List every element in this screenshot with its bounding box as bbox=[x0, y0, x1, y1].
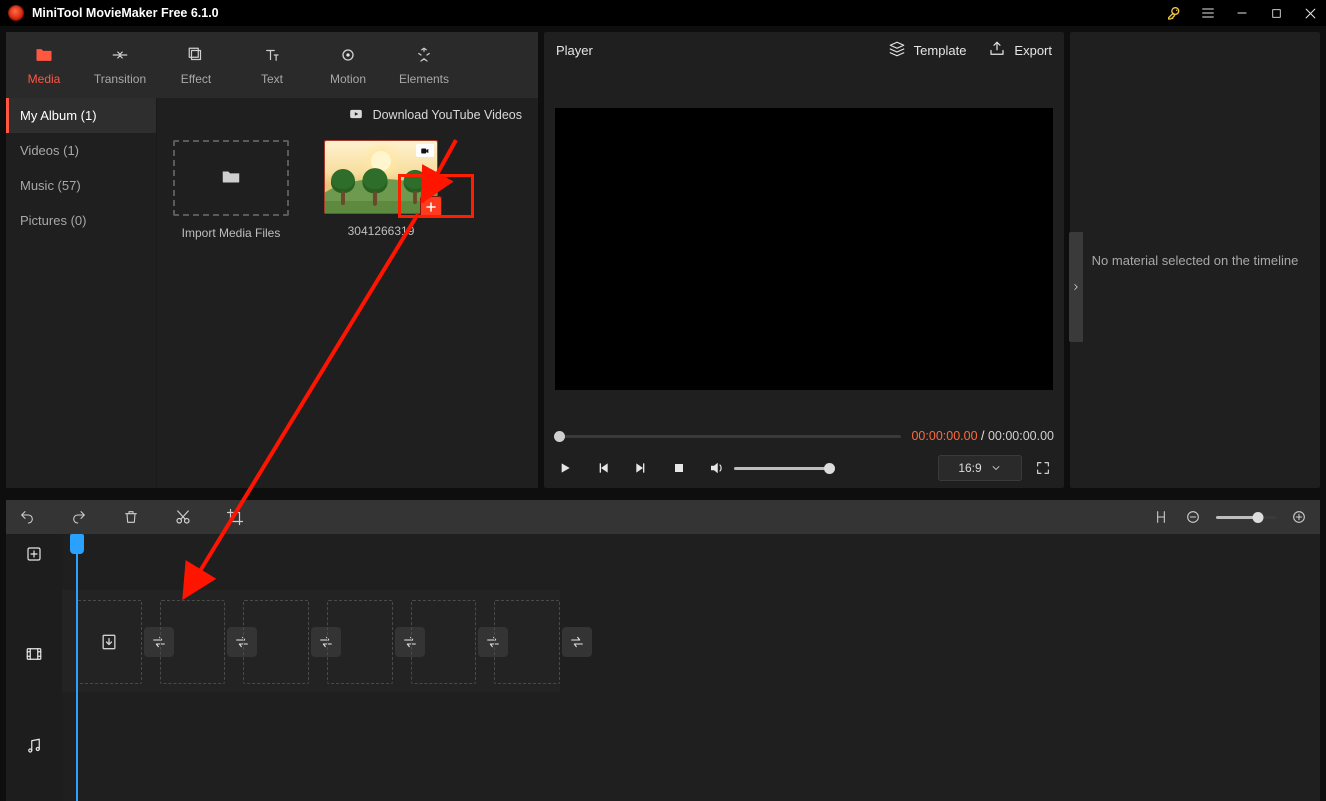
primary-toolbar: Media Transition Effect Text Motion bbox=[6, 32, 538, 98]
album-sidebar: My Album (1) Videos (1) Music (57) Pictu… bbox=[6, 98, 157, 488]
zoom-out-icon[interactable] bbox=[1184, 508, 1202, 526]
fullscreen-icon[interactable] bbox=[1034, 459, 1052, 477]
delete-icon[interactable] bbox=[122, 508, 140, 526]
play-icon[interactable] bbox=[556, 459, 574, 477]
video-preview bbox=[555, 108, 1053, 390]
tab-label: Motion bbox=[330, 72, 366, 86]
hamburger-menu-icon[interactable] bbox=[1200, 5, 1216, 21]
zoom-in-icon[interactable] bbox=[1290, 508, 1308, 526]
export-button[interactable]: Export bbox=[988, 40, 1052, 61]
properties-panel: No material selected on the timeline bbox=[1070, 32, 1320, 488]
next-frame-icon[interactable] bbox=[632, 459, 650, 477]
media-panel: Media Transition Effect Text Motion bbox=[6, 32, 538, 488]
aspect-ratio-value: 16:9 bbox=[958, 461, 981, 475]
redo-icon[interactable] bbox=[70, 508, 88, 526]
close-icon[interactable] bbox=[1302, 5, 1318, 21]
album-item-music[interactable]: Music (57) bbox=[6, 168, 156, 203]
download-youtube-link[interactable]: Download YouTube Videos bbox=[373, 108, 522, 122]
player-timecode: 00:00:00.00 / 00:00:00.00 bbox=[911, 429, 1054, 443]
stop-icon[interactable] bbox=[670, 459, 688, 477]
template-label: Template bbox=[914, 43, 967, 58]
fit-timeline-icon[interactable] bbox=[1152, 508, 1170, 526]
timeline-ruler[interactable] bbox=[62, 534, 1320, 590]
app-logo-icon bbox=[8, 5, 24, 21]
export-label: Export bbox=[1014, 43, 1052, 58]
effect-icon bbox=[186, 44, 206, 66]
motion-icon bbox=[338, 44, 358, 66]
volume-slider[interactable] bbox=[734, 467, 830, 470]
video-badge-icon bbox=[416, 144, 434, 157]
tab-label: Effect bbox=[181, 72, 211, 86]
undo-icon[interactable] bbox=[18, 508, 36, 526]
prev-frame-icon[interactable] bbox=[594, 459, 612, 477]
audio-lane[interactable] bbox=[62, 692, 1320, 788]
import-media-tile[interactable]: Import Media Files bbox=[171, 140, 291, 240]
timeline-slot[interactable] bbox=[494, 600, 560, 684]
export-icon bbox=[988, 40, 1006, 61]
tab-label: Transition bbox=[94, 72, 146, 86]
tab-label: Elements bbox=[399, 72, 449, 86]
timeline-slot[interactable] bbox=[243, 600, 309, 684]
tab-motion[interactable]: Motion bbox=[310, 32, 386, 98]
tab-label: Media bbox=[28, 72, 61, 86]
tab-elements[interactable]: Elements bbox=[386, 32, 462, 98]
folder-icon bbox=[218, 166, 244, 191]
audio-track-icon[interactable] bbox=[6, 730, 62, 762]
maximize-icon[interactable] bbox=[1268, 5, 1284, 21]
player-progress[interactable]: 00:00:00.00 / 00:00:00.00 bbox=[544, 424, 1064, 448]
album-item-videos[interactable]: Videos (1) bbox=[6, 133, 156, 168]
drop-target-icon bbox=[77, 601, 141, 683]
player-title: Player bbox=[556, 43, 593, 58]
timeline-slot[interactable] bbox=[76, 600, 142, 684]
app-title: MiniTool MovieMaker Free 6.1.0 bbox=[32, 6, 219, 20]
tab-effect[interactable]: Effect bbox=[158, 32, 234, 98]
tab-label: Text bbox=[261, 72, 283, 86]
volume-icon[interactable] bbox=[708, 459, 726, 477]
add-to-timeline-button[interactable] bbox=[420, 196, 442, 218]
album-item-my-album[interactable]: My Album (1) bbox=[6, 98, 156, 133]
template-button[interactable]: Template bbox=[888, 40, 967, 61]
minimize-icon[interactable] bbox=[1234, 5, 1250, 21]
timeline-slot[interactable] bbox=[160, 600, 226, 684]
cut-icon[interactable] bbox=[174, 508, 192, 526]
add-track-button[interactable] bbox=[6, 534, 62, 574]
aspect-ratio-select[interactable]: 16:9 bbox=[938, 455, 1022, 481]
chevron-down-icon bbox=[990, 462, 1002, 474]
transition-placeholder-icon[interactable] bbox=[562, 627, 592, 657]
expand-panel-handle[interactable] bbox=[1069, 232, 1083, 342]
media-clip-tile[interactable]: 3041266319 bbox=[321, 140, 441, 240]
tab-media[interactable]: Media bbox=[6, 32, 82, 98]
clip-caption: 3041266319 bbox=[348, 224, 415, 238]
tab-transition[interactable]: Transition bbox=[82, 32, 158, 98]
video-lane[interactable] bbox=[62, 590, 560, 692]
zoom-slider[interactable] bbox=[1216, 516, 1276, 519]
folder-icon bbox=[33, 44, 55, 66]
elements-icon bbox=[414, 44, 434, 66]
upgrade-key-icon[interactable] bbox=[1166, 5, 1182, 21]
album-item-pictures[interactable]: Pictures (0) bbox=[6, 203, 156, 238]
album-content: Download YouTube Videos Import Media Fil… bbox=[157, 98, 538, 488]
timeline-slot[interactable] bbox=[327, 600, 393, 684]
timeline-slot[interactable] bbox=[411, 600, 477, 684]
youtube-icon bbox=[347, 107, 365, 124]
player-panel: Player Template Export bbox=[544, 32, 1064, 488]
transition-icon bbox=[109, 44, 131, 66]
progress-knob[interactable] bbox=[554, 431, 565, 442]
titlebar: MiniTool MovieMaker Free 6.1.0 bbox=[0, 0, 1326, 26]
text-icon bbox=[261, 44, 283, 66]
template-icon bbox=[888, 40, 906, 61]
timeline-panel bbox=[6, 500, 1320, 801]
crop-icon[interactable] bbox=[226, 508, 244, 526]
properties-empty-text: No material selected on the timeline bbox=[1070, 32, 1320, 488]
tab-text[interactable]: Text bbox=[234, 32, 310, 98]
import-media-label: Import Media Files bbox=[182, 226, 281, 240]
video-track-icon[interactable] bbox=[6, 638, 62, 670]
